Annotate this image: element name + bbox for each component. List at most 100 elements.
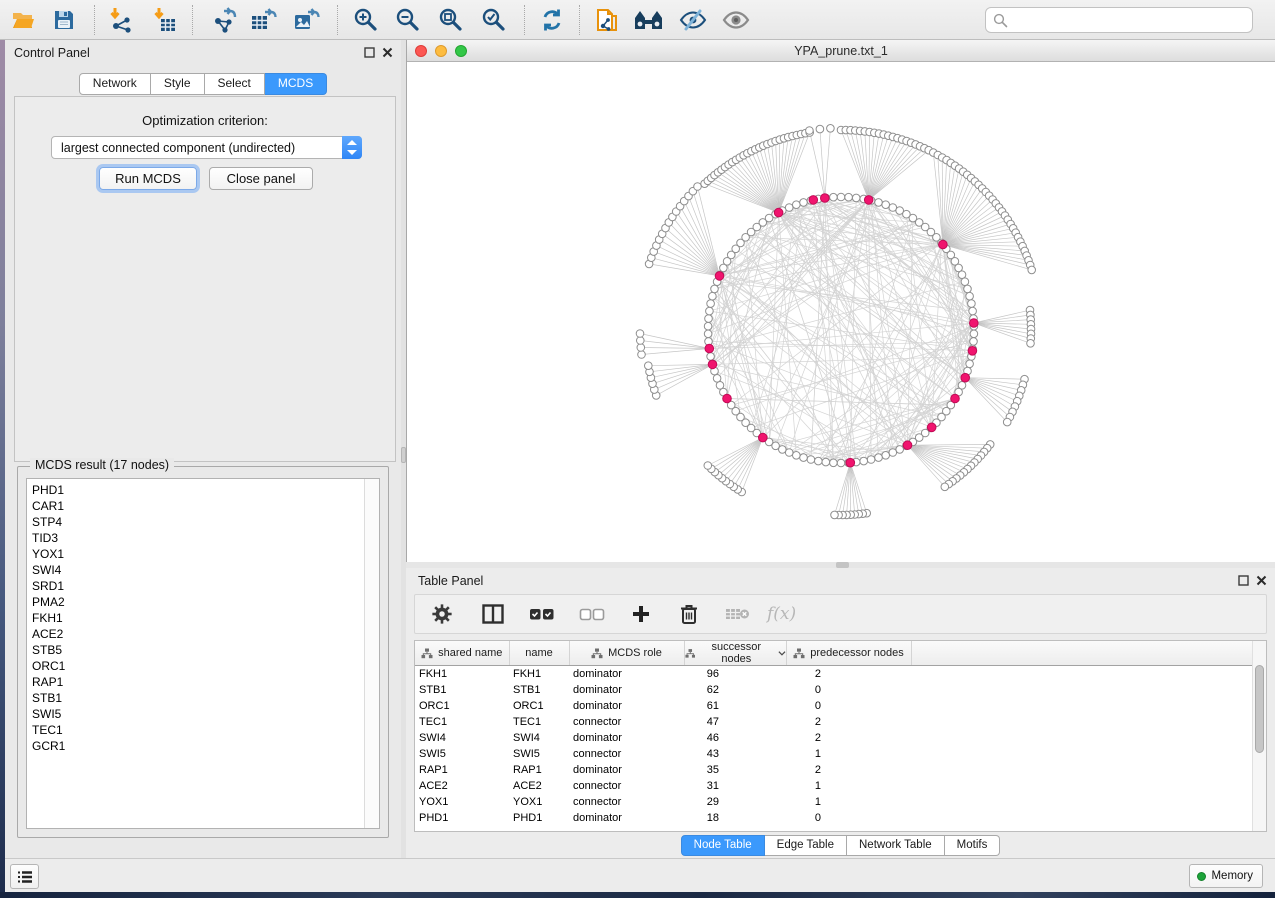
graph-leaf-node[interactable] (637, 337, 645, 345)
column-header-shared-name[interactable]: shared name (415, 641, 509, 666)
hide-selection-button[interactable] (678, 6, 708, 34)
mcds-list-item[interactable]: SRD1 (32, 578, 364, 594)
table-cell[interactable]: YOX1 (509, 794, 569, 810)
graph-leaf-node[interactable] (1028, 266, 1036, 274)
import-network-button[interactable] (106, 6, 136, 34)
table-row[interactable]: STB1STB1dominator620 (415, 682, 1252, 698)
graph-leaf-node[interactable] (645, 362, 653, 370)
graph-leaf-node[interactable] (806, 127, 814, 135)
show-all-button[interactable] (721, 6, 751, 34)
table-cell[interactable]: 0 (786, 810, 911, 826)
graph-node[interactable] (966, 292, 974, 300)
table-cell[interactable]: 47 (684, 714, 786, 730)
graph-node[interactable] (711, 285, 719, 293)
run-mcds-button[interactable]: Run MCDS (99, 167, 197, 190)
graph-hub-node[interactable] (774, 208, 783, 217)
graph-node[interactable] (882, 452, 890, 460)
table-cell[interactable]: connector (569, 778, 684, 794)
table-cell[interactable]: RAP1 (415, 762, 509, 778)
tab-network-table[interactable]: Network Table (847, 835, 945, 856)
graph-node[interactable] (822, 458, 830, 466)
table-cell[interactable]: TEC1 (509, 714, 569, 730)
graph-node[interactable] (793, 452, 801, 460)
table-cell[interactable]: YOX1 (415, 794, 509, 810)
tab-motifs[interactable]: Motifs (945, 835, 1001, 856)
table-cell[interactable]: 62 (684, 682, 786, 698)
graph-leaf-node[interactable] (816, 125, 824, 133)
mcds-list-item[interactable]: YOX1 (32, 546, 364, 562)
graph-node[interactable] (970, 330, 978, 338)
graph-node[interactable] (716, 382, 724, 390)
table-cell[interactable]: TEC1 (415, 714, 509, 730)
network-from-selection-button[interactable] (592, 6, 622, 34)
import-table-button[interactable] (150, 6, 180, 34)
deselect-all-button[interactable] (577, 603, 607, 625)
first-neighbors-button[interactable] (634, 6, 664, 34)
mcds-list-item[interactable]: SWI4 (32, 562, 364, 578)
select-all-button[interactable] (527, 603, 557, 625)
table-cell[interactable]: SWI5 (415, 746, 509, 762)
mcds-list-item[interactable]: ACE2 (32, 626, 364, 642)
graph-node[interactable] (852, 194, 860, 202)
graph-leaf-node[interactable] (694, 183, 702, 191)
show-columns-button[interactable] (479, 601, 507, 627)
graph-hub-node[interactable] (846, 458, 855, 467)
table-cell[interactable]: dominator (569, 698, 684, 714)
refresh-view-button[interactable] (537, 6, 567, 34)
tab-network[interactable]: Network (79, 73, 151, 95)
table-row[interactable]: ACE2ACE2connector311 (415, 778, 1252, 794)
graph-leaf-node[interactable] (704, 462, 712, 470)
graph-node[interactable] (709, 292, 717, 300)
mcds-list-item[interactable]: PMA2 (32, 594, 364, 610)
graph-hub-node[interactable] (970, 319, 979, 328)
table-cell[interactable]: ACE2 (415, 778, 509, 794)
close-panel-icon[interactable] (382, 47, 393, 58)
graph-node[interactable] (860, 457, 868, 465)
graph-node[interactable] (800, 454, 808, 462)
table-row[interactable]: ORC1ORC1dominator610 (415, 698, 1252, 714)
graph-node[interactable] (867, 456, 875, 464)
graph-node[interactable] (889, 449, 897, 457)
table-cell[interactable]: connector (569, 746, 684, 762)
table-cell[interactable]: connector (569, 794, 684, 810)
mcds-list-item[interactable]: FKH1 (32, 610, 364, 626)
graph-node[interactable] (961, 278, 969, 286)
table-cell[interactable]: 61 (684, 698, 786, 714)
export-network-button[interactable] (210, 6, 240, 34)
graph-hub-node[interactable] (705, 344, 714, 353)
graph-node[interactable] (707, 300, 715, 308)
delete-column-button[interactable] (677, 601, 701, 627)
table-row[interactable]: SWI5SWI5connector431 (415, 746, 1252, 762)
graph-leaf-node[interactable] (941, 483, 949, 491)
table-cell[interactable]: 2 (786, 730, 911, 746)
table-cell[interactable]: dominator (569, 666, 684, 682)
column-header-name[interactable]: name (509, 641, 569, 666)
tab-node-table[interactable]: Node Table (681, 835, 765, 856)
table-cell[interactable]: RAP1 (509, 762, 569, 778)
table-cell[interactable]: SWI4 (509, 730, 569, 746)
table-cell[interactable]: 31 (684, 778, 786, 794)
table-cell[interactable]: ACE2 (509, 778, 569, 794)
mcds-list-item[interactable]: CAR1 (32, 498, 364, 514)
graph-node[interactable] (830, 193, 838, 201)
graph-hub-node[interactable] (821, 194, 830, 203)
table-cell[interactable]: dominator (569, 810, 684, 826)
graph-node[interactable] (845, 193, 853, 201)
graph-node[interactable] (837, 193, 845, 201)
table-cell[interactable]: 18 (684, 810, 786, 826)
table-cell[interactable]: 96 (684, 666, 786, 682)
table-cell[interactable]: STB1 (415, 682, 509, 698)
graph-hub-node[interactable] (723, 394, 732, 403)
graph-node[interactable] (875, 454, 883, 462)
zoom-selected-button[interactable] (479, 6, 509, 34)
graph-leaf-node[interactable] (1027, 340, 1035, 348)
scrollbar-thumb[interactable] (1255, 665, 1264, 753)
graph-hub-node[interactable] (715, 272, 724, 281)
graph-node[interactable] (807, 456, 815, 464)
table-cell[interactable]: ORC1 (509, 698, 569, 714)
graph-node[interactable] (964, 285, 972, 293)
graph-node[interactable] (713, 375, 721, 383)
table-cell[interactable]: FKH1 (415, 666, 509, 682)
export-table-button[interactable] (248, 6, 278, 34)
criterion-dropdown[interactable]: largest connected component (undirected) (51, 136, 362, 159)
